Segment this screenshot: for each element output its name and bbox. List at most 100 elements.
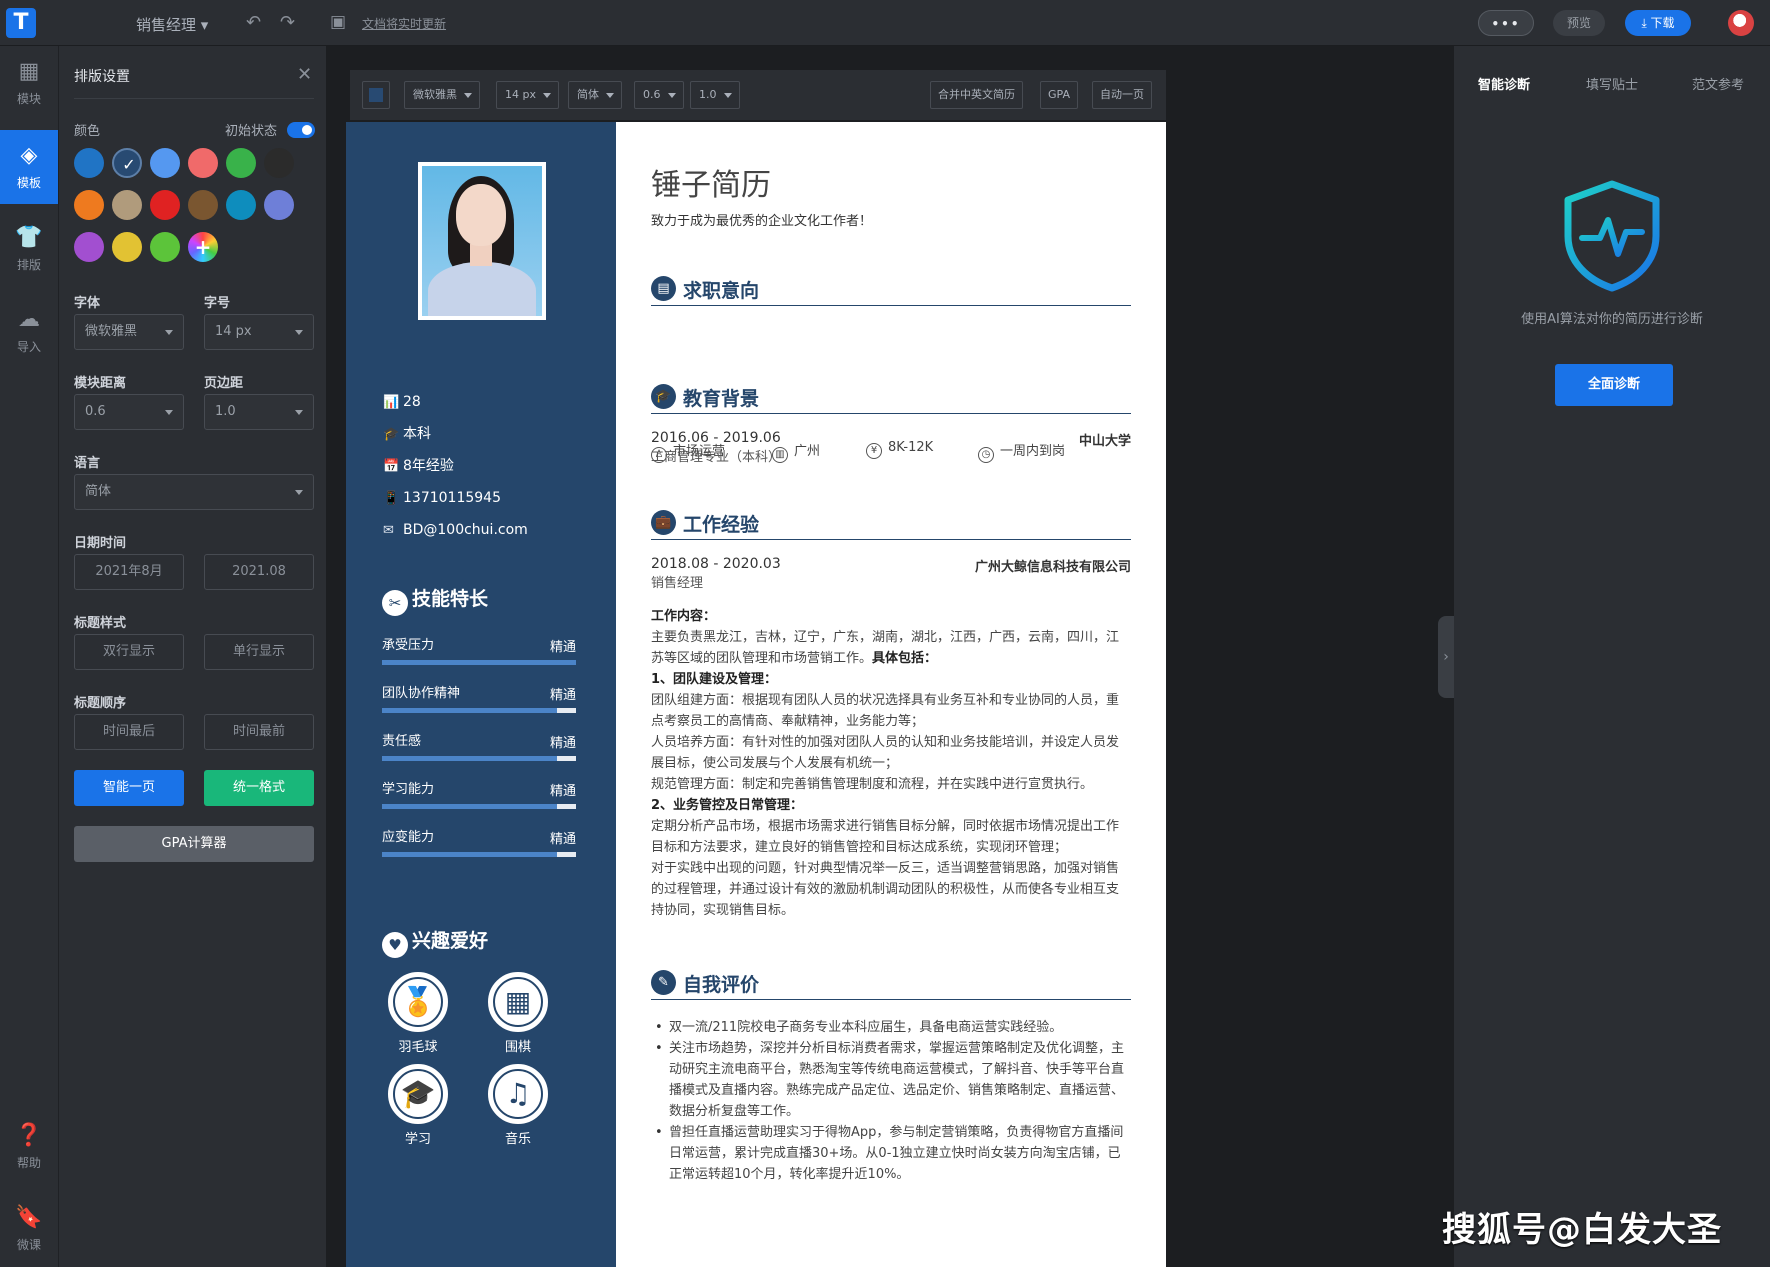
spacing-select[interactable]: 0.6 [634, 81, 684, 109]
info-experience[interactable]: 📅 8年经验 [383, 456, 454, 476]
info-text: 28 [403, 394, 421, 410]
profile-photo[interactable] [418, 162, 546, 320]
info-phone[interactable]: 📱 13710115945 [383, 488, 501, 508]
unify-format-button[interactable]: 统一格式 [204, 770, 314, 806]
section-work[interactable]: 💼 工作经验 [651, 510, 1131, 540]
margin-select[interactable]: 1.0 [204, 394, 314, 430]
module-spacing-select[interactable]: 0.6 [74, 394, 184, 430]
title-order-time-first[interactable]: 时间最前 [204, 714, 314, 750]
hobby-go[interactable]: ▦ 围棋 [488, 972, 548, 1055]
nav-item-templates[interactable]: ◈ 模板 [0, 130, 58, 204]
undo-icon[interactable]: ↶ [246, 12, 261, 33]
color-swatch[interactable] [112, 148, 144, 180]
title-order-time-last[interactable]: 时间最后 [74, 714, 184, 750]
section-self-eval[interactable]: ✎ 自我评价 [651, 970, 1131, 1000]
full-diagnosis-button[interactable]: 全面诊断 [1555, 364, 1673, 406]
language-select[interactable]: 简体 [74, 474, 314, 510]
save-icon[interactable]: ▣ [330, 12, 346, 32]
work-period[interactable]: 2018.08 - 2020.03 [651, 554, 781, 574]
education-school[interactable]: 中山大学 [1079, 430, 1131, 449]
app-logo[interactable]: T [6, 8, 36, 38]
font-size-select[interactable]: 14 px [496, 81, 559, 109]
initial-state-toggle[interactable] [287, 122, 315, 138]
info-email[interactable]: ✉ BD@100chui.com [383, 520, 528, 540]
font-family-select[interactable]: 微软雅黑 [404, 81, 480, 109]
work-description[interactable]: 工作内容： 主要负责黑龙江，吉林，辽宁，广东，湖南，湖北，江西，广西，云南，四川… [651, 606, 1131, 921]
date-format-cn[interactable]: 2021年8月 [74, 554, 184, 590]
skill-level: 精通 [549, 736, 576, 751]
color-swatch[interactable] [112, 190, 142, 220]
skill-item[interactable]: 学习能力 精通 [382, 778, 576, 818]
add-color-icon[interactable] [188, 232, 218, 262]
font-select[interactable]: 微软雅黑 [74, 314, 184, 350]
color-swatch[interactable] [150, 148, 180, 178]
tab-smart-diagnosis[interactable]: 智能诊断 [1478, 74, 1530, 93]
resume-page[interactable]: 📊 28 🎓 本科 📅 8年经验 📱 13710115945 ✉ BD@100chui.c… [346, 122, 1166, 1267]
download-button[interactable]: ⤓ 下载 [1625, 10, 1691, 36]
nav-item-layout[interactable]: 👕 排版 [0, 212, 58, 286]
color-swatch[interactable] [112, 232, 142, 262]
skill-item[interactable]: 责任感 精通 [382, 730, 576, 770]
hobbies-heading[interactable]: ♥ 兴趣爱好 [382, 926, 488, 958]
info-age[interactable]: 📊 28 [383, 392, 421, 412]
skill-item[interactable]: 应变能力 精通 [382, 826, 576, 866]
title-style-double[interactable]: 双行显示 [74, 634, 184, 670]
tab-sample-reference[interactable]: 范文参考 [1692, 74, 1744, 93]
nav-item-import[interactable]: ☁ 导入 [0, 294, 58, 368]
color-swatch[interactable] [264, 148, 294, 178]
more-button[interactable]: ••• [1478, 10, 1534, 36]
nav-item-help[interactable]: ❓ 帮助 [0, 1110, 58, 1184]
resume-name[interactable]: 锤子简历 [651, 160, 771, 204]
color-swatch[interactable] [150, 190, 180, 220]
nav-item-modules[interactable]: ▦ 模块 [0, 46, 58, 120]
section-education[interactable]: 🎓 教育背景 [651, 384, 1131, 414]
skill-item[interactable]: 团队协作精神 精通 [382, 682, 576, 722]
color-swatch[interactable] [74, 190, 104, 220]
education-period[interactable]: 2016.06 - 2019.06 [651, 428, 781, 448]
color-swatch[interactable] [74, 148, 104, 178]
smart-one-page-button[interactable]: 智能一页 [74, 770, 184, 806]
language-select[interactable]: 简体 [568, 81, 622, 109]
music-note-icon: ♫ [488, 1064, 548, 1124]
work-company[interactable]: 广州大鲸信息科技有限公司 [975, 556, 1131, 575]
save-status[interactable]: 文档将实时更新 [362, 15, 446, 32]
hobby-badminton[interactable]: 🏅 羽毛球 [388, 972, 448, 1055]
document-title-dropdown[interactable]: 销售经理 ▾ [136, 14, 208, 35]
merge-cn-en-button[interactable]: 合并中英文简历 [930, 81, 1023, 109]
title-style-single[interactable]: 单行显示 [204, 634, 314, 670]
hobby-music[interactable]: ♫ 音乐 [488, 1064, 548, 1147]
color-swatch[interactable] [264, 190, 294, 220]
job-availability[interactable]: ◷ 一周内到岗 [978, 440, 1065, 463]
color-swatch[interactable] [188, 148, 218, 178]
redo-icon[interactable]: ↷ [280, 12, 295, 33]
job-salary[interactable]: ¥8K-12K [866, 440, 933, 459]
margin-select[interactable]: 1.0 [690, 81, 740, 109]
theme-color-picker[interactable] [362, 81, 390, 109]
nav-item-courses[interactable]: 🔖 微课 [0, 1192, 58, 1266]
color-swatch[interactable] [226, 148, 256, 178]
self-eval-list[interactable]: 双一流/211院校电子商务专业本科应届生，具备电商运营实践经验。 关注市场趋势，… [651, 1017, 1131, 1185]
close-icon[interactable]: ✕ [297, 64, 312, 85]
preview-button[interactable]: 预览 [1553, 10, 1605, 36]
skills-heading[interactable]: ✂ 技能特长 [382, 584, 488, 616]
user-avatar[interactable] [1728, 10, 1754, 36]
auto-one-page-button[interactable]: 自动一页 [1092, 81, 1152, 109]
skill-item[interactable]: 承受压力 精通 [382, 634, 576, 674]
color-swatch[interactable] [74, 232, 104, 262]
color-swatch[interactable] [188, 190, 218, 220]
work-role[interactable]: 销售经理 [651, 574, 703, 594]
tab-writing-tips[interactable]: 填写贴士 [1586, 74, 1638, 93]
graduation-cap-icon: 🎓 [651, 384, 676, 409]
info-degree[interactable]: 🎓 本科 [383, 424, 431, 444]
section-job-intent[interactable]: ▤ 求职意向 [651, 276, 1131, 306]
collapse-panel-handle[interactable]: › [1438, 616, 1454, 698]
color-swatch[interactable] [150, 232, 180, 262]
resume-motto[interactable]: 致力于成为最优秀的企业文化工作者！ [651, 210, 872, 229]
gpa-button[interactable]: GPA [1040, 81, 1078, 109]
date-format-dot[interactable]: 2021.08 [204, 554, 314, 590]
size-select[interactable]: 14 px [204, 314, 314, 350]
hobby-study[interactable]: 🎓 学习 [388, 1064, 448, 1147]
education-major[interactable]: 工商管理专业（本科） [651, 448, 781, 468]
gpa-calculator-button[interactable]: GPA计算器 [74, 826, 314, 862]
color-swatch[interactable] [226, 190, 256, 220]
